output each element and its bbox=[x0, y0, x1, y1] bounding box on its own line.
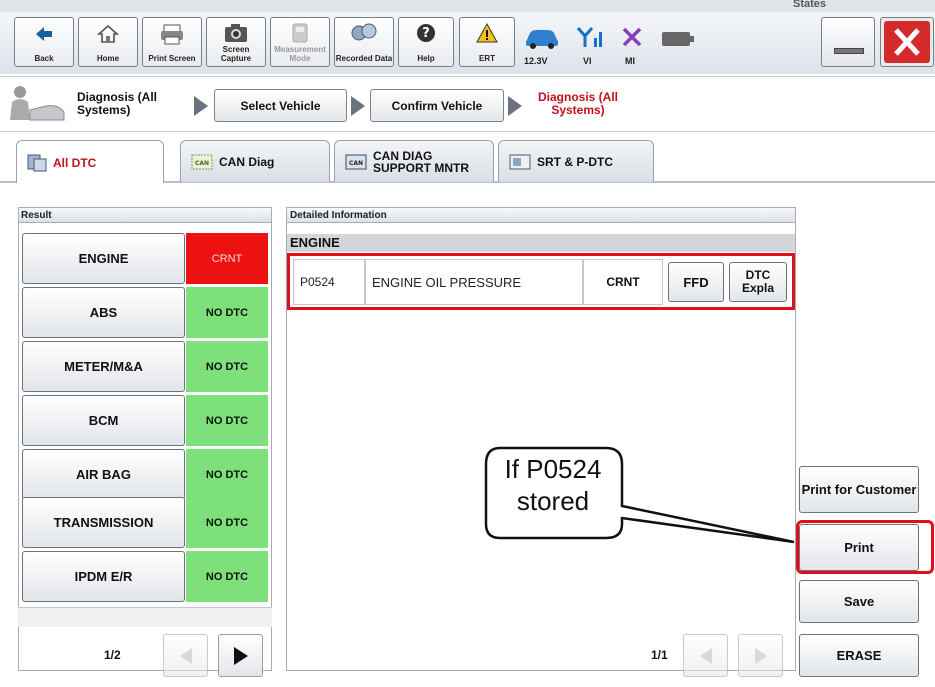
minimize-button[interactable] bbox=[821, 17, 875, 67]
warning-icon bbox=[476, 22, 498, 43]
ffd-button[interactable]: FFD bbox=[668, 262, 724, 302]
breadcrumb-active-step: Diagnosis (All Systems) bbox=[537, 90, 618, 117]
system-button-air-bag[interactable]: AIR BAG bbox=[22, 449, 185, 500]
system-status-ipdm: NO DTC bbox=[186, 551, 268, 602]
measurement-mode-button[interactable]: Measurement Mode bbox=[270, 17, 330, 67]
battery-terminal-icon bbox=[690, 36, 694, 42]
svg-text:?: ? bbox=[422, 26, 430, 41]
printer-icon bbox=[161, 24, 183, 45]
camera-icon bbox=[225, 24, 247, 42]
system-button-meter[interactable]: METER/M&A bbox=[22, 341, 185, 392]
mi-status: MI bbox=[614, 20, 650, 68]
breadcrumb-arrow-icon bbox=[194, 96, 208, 116]
detail-prev-page-button[interactable] bbox=[683, 634, 728, 677]
result-next-page-button[interactable] bbox=[218, 634, 263, 677]
save-button[interactable]: Save bbox=[799, 580, 919, 623]
detail-system-name: ENGINE bbox=[290, 235, 340, 250]
battery-voltage: 12.3V bbox=[524, 56, 548, 66]
window-title-bar: States bbox=[0, 0, 935, 12]
dtc-code: P0524 bbox=[293, 259, 365, 305]
detail-header: Detailed Information bbox=[290, 210, 387, 221]
arrow-left-icon bbox=[699, 647, 712, 664]
select-vehicle-button[interactable]: Select Vehicle bbox=[214, 89, 347, 122]
all-dtc-icon bbox=[27, 154, 47, 171]
print-button[interactable]: Print bbox=[799, 524, 919, 571]
tab-can-diag[interactable]: CAN CAN Diag bbox=[180, 140, 330, 182]
ert-button[interactable]: ERT bbox=[459, 17, 515, 67]
help-icon: ? bbox=[417, 24, 435, 42]
car-icon bbox=[526, 30, 558, 49]
close-icon bbox=[884, 21, 930, 63]
system-status-abs: NO DTC bbox=[186, 287, 268, 338]
system-button-bcm[interactable]: BCM bbox=[22, 395, 185, 446]
help-button[interactable]: ? Help bbox=[398, 17, 454, 67]
system-button-abs[interactable]: ABS bbox=[22, 287, 185, 338]
confirm-vehicle-button[interactable]: Confirm Vehicle bbox=[370, 89, 504, 122]
vehicle-status: 12.3V bbox=[522, 20, 562, 68]
result-scroll-track[interactable] bbox=[18, 607, 272, 627]
srt-icon bbox=[509, 154, 531, 169]
callout-text: If P0524 stored bbox=[504, 454, 602, 516]
signal-icon bbox=[576, 27, 602, 47]
home-icon bbox=[96, 24, 120, 43]
vi-status: VI bbox=[570, 20, 610, 68]
breadcrumb-current-section: Diagnosis (All Systems) bbox=[77, 90, 158, 117]
battery-icon bbox=[662, 32, 690, 46]
back-arrow-icon bbox=[36, 27, 52, 41]
recorded-data-button[interactable]: Recorded Data bbox=[334, 17, 394, 67]
detail-next-page-button[interactable] bbox=[738, 634, 783, 677]
arrow-right-icon bbox=[754, 647, 767, 664]
result-page-indicator: 1/2 bbox=[104, 648, 121, 662]
measurement-icon bbox=[292, 23, 308, 43]
detail-system-row: ENGINE bbox=[287, 234, 795, 252]
system-status-meter: NO DTC bbox=[186, 341, 268, 392]
print-for-customer-button[interactable]: Print for Customer bbox=[799, 466, 919, 513]
mi-label: MI bbox=[625, 56, 635, 66]
erase-button[interactable]: ERASE bbox=[799, 634, 919, 677]
svg-text:CAN: CAN bbox=[195, 160, 209, 167]
breadcrumb-arrow-icon bbox=[351, 96, 365, 116]
system-status-air-bag: NO DTC bbox=[186, 449, 268, 500]
system-status-engine: CRNT bbox=[186, 233, 268, 284]
system-status-transmission: NO DTC bbox=[186, 497, 268, 548]
tab-srt-p-dtc[interactable]: SRT & P-DTC bbox=[498, 140, 654, 182]
arrow-left-icon bbox=[179, 647, 192, 664]
can-monitor-icon: CAN bbox=[345, 154, 367, 169]
recorded-data-icon bbox=[351, 23, 377, 41]
vi-label: VI bbox=[583, 56, 592, 66]
can-diag-icon: CAN bbox=[191, 154, 213, 169]
dtc-description: ENGINE OIL PRESSURE bbox=[365, 259, 583, 305]
tab-can-diag-support-mntr[interactable]: CAN CAN DIAG SUPPORT MNTR bbox=[334, 140, 494, 182]
result-header-bar bbox=[18, 207, 272, 223]
tab-all-dtc[interactable]: All DTC bbox=[16, 140, 164, 184]
detail-page-indicator: 1/1 bbox=[651, 648, 668, 662]
system-button-transmission[interactable]: TRANSMISSION bbox=[22, 497, 185, 548]
maximize-icon bbox=[834, 48, 864, 54]
window-title-fragment: States bbox=[793, 0, 827, 10]
close-button[interactable] bbox=[880, 17, 934, 67]
mechanic-icon bbox=[10, 86, 65, 121]
result-prev-page-button[interactable] bbox=[163, 634, 208, 677]
svg-text:CAN: CAN bbox=[349, 160, 363, 167]
system-button-engine[interactable]: ENGINE bbox=[22, 233, 185, 284]
system-status-bcm: NO DTC bbox=[186, 395, 268, 446]
arrow-right-icon bbox=[233, 646, 248, 665]
result-header: Result bbox=[21, 210, 52, 221]
back-button[interactable]: Back bbox=[14, 17, 74, 67]
print-screen-button[interactable]: Print Screen bbox=[142, 17, 202, 67]
disconnected-x-icon bbox=[622, 27, 642, 47]
screen-capture-button[interactable]: Screen Capture bbox=[206, 17, 266, 67]
breadcrumb-arrow-icon bbox=[508, 96, 522, 116]
system-button-ipdm[interactable]: IPDM E/R bbox=[22, 551, 185, 602]
home-button[interactable]: Home bbox=[78, 17, 138, 67]
dtc-status: CRNT bbox=[583, 259, 663, 305]
dtc-explanation-button[interactable]: DTC Expla bbox=[729, 262, 787, 302]
